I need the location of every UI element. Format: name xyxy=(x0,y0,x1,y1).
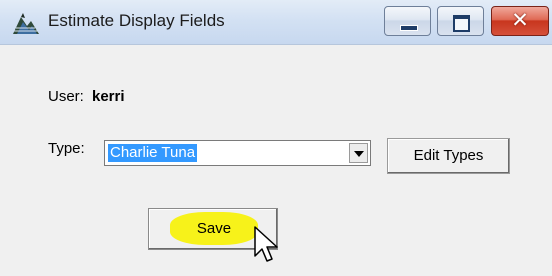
mouse-pointer-icon xyxy=(254,226,278,262)
minimize-button[interactable] xyxy=(384,6,431,36)
type-label: Type: xyxy=(48,140,85,157)
app-logo-icon xyxy=(13,13,39,34)
title-bar[interactable]: Estimate Display Fields ✕ xyxy=(0,0,552,45)
user-value: kerri xyxy=(92,88,125,105)
type-select-value: Charlie Tuna xyxy=(108,144,198,162)
dropdown-arrow-icon[interactable] xyxy=(349,143,368,163)
type-select[interactable]: Charlie Tuna xyxy=(104,140,371,166)
close-button[interactable]: ✕ xyxy=(491,6,549,36)
user-label: User: xyxy=(48,88,84,105)
window-title: Estimate Display Fields xyxy=(48,11,225,30)
minimize-icon xyxy=(400,25,418,31)
maximize-icon xyxy=(453,15,470,32)
edit-types-button[interactable]: Edit Types xyxy=(387,138,510,174)
maximize-button[interactable] xyxy=(437,6,484,36)
close-icon: ✕ xyxy=(511,8,529,32)
